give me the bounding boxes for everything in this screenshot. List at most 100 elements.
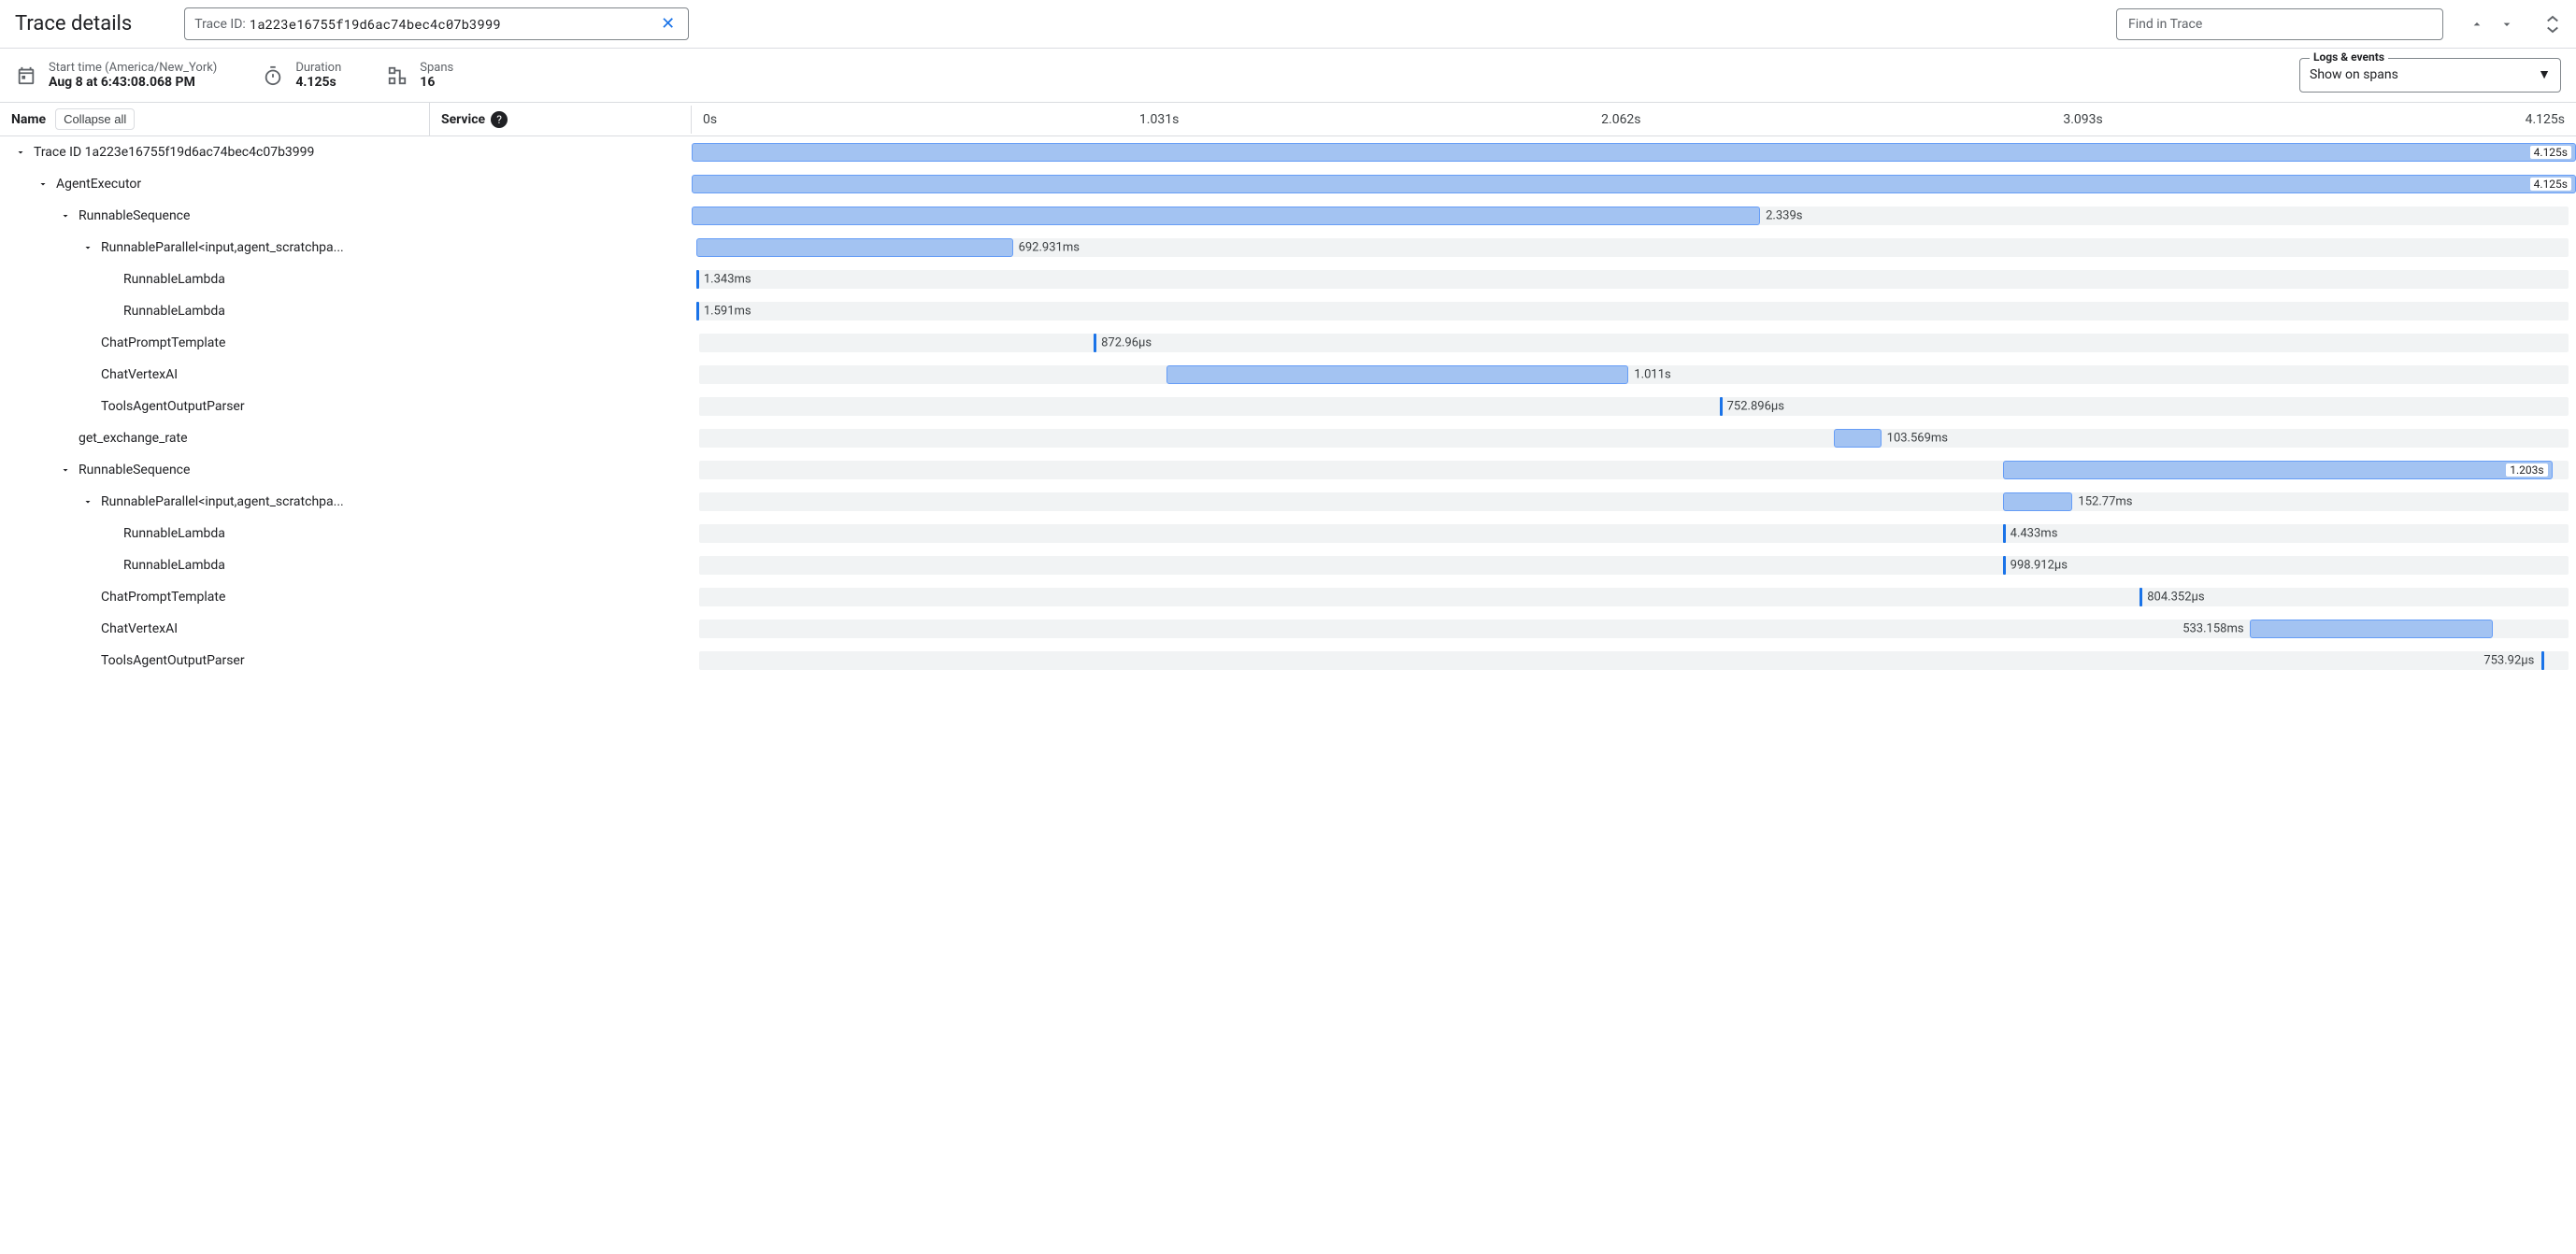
span-row[interactable]: RunnableLambda4.433ms [0,518,2576,549]
span-bar[interactable] [696,238,1013,257]
span-name: RunnableLambda [123,558,225,573]
spans-value: 16 [420,75,453,90]
span-row[interactable]: RunnableParallel<input,agent_scratchpa..… [0,232,2576,264]
column-service-header: Service [441,112,485,127]
page-title: Trace details [15,12,132,36]
span-bar[interactable]: 4.125s [692,143,2576,162]
span-duration-label: 872.96µs [1101,336,1152,350]
span-row[interactable]: ChatPromptTemplate 804.352µs [0,581,2576,613]
timeline-tick: 3.093s [2063,112,2102,127]
span-duration-label: 1.011s [1634,368,1670,382]
logs-events-select[interactable]: Logs & events Show on spans ▼ [2299,58,2561,93]
span-name: ToolsAgentOutputParser [101,653,245,668]
span-row[interactable]: RunnableLambda1.591ms [0,295,2576,327]
span-row[interactable]: RunnableParallel<input,agent_scratchpa..… [0,486,2576,518]
span-tick [1720,397,1723,416]
span-duration-label: 752.896µs [1727,400,1784,414]
span-row[interactable]: AgentExecutor 4.125s [0,168,2576,200]
span-row[interactable]: ChatVertexAI1.011s [0,359,2576,391]
span-row[interactable]: RunnableLambda 998.912µs [0,549,2576,581]
span-row[interactable]: RunnableSequence 2.339s [0,200,2576,232]
timeline-tick: 2.062s [1601,112,1640,127]
span-duration-label: 2.339s [1766,209,1802,223]
span-row[interactable]: RunnableSequence 1.203s [0,454,2576,486]
span-bar[interactable] [692,207,1760,225]
span-bar[interactable]: 4.125s [692,175,2576,193]
chevron-down-icon[interactable] [37,178,52,190]
span-duration-label: 4.125s [2530,146,2571,159]
find-next-button[interactable] [2496,13,2518,36]
collapse-all-button[interactable]: Collapse all [55,108,135,130]
span-tick [2003,556,2006,575]
span-row[interactable]: ToolsAgentOutputParser 752.896µs [0,391,2576,422]
span-bar[interactable] [1166,365,1628,384]
span-duration-label: 1.203s [2506,463,2547,477]
span-name: ChatPromptTemplate [101,335,225,350]
span-row[interactable]: ChatPromptTemplate 872.96µs [0,327,2576,359]
chevron-down-icon[interactable] [82,242,97,253]
timeline-axis: 0s 1.031s 2.062s 3.093s 4.125s [692,107,2576,133]
span-name: ChatVertexAI [101,621,178,636]
span-name: ToolsAgentOutputParser [101,399,245,414]
span-bar[interactable] [1834,429,1882,448]
chevron-down-icon[interactable] [60,464,75,476]
dropdown-icon: ▼ [2538,66,2551,82]
column-name-header: Name [11,112,46,127]
find-in-trace-input[interactable]: Find in Trace [2116,8,2443,40]
start-time-value: Aug 8 at 6:43:08.068 PM [49,75,217,90]
span-row[interactable]: RunnableLambda 1.343ms [0,264,2576,295]
span-name: AgentExecutor [56,177,141,192]
chevron-down-icon[interactable] [15,147,30,158]
span-name: RunnableParallel<input,agent_scratchpa..… [101,240,344,255]
span-duration-label: 152.77ms [2078,495,2132,509]
logs-events-legend: Logs & events [2310,50,2388,64]
span-name: get_exchange_rate [79,431,188,446]
clear-icon[interactable]: ✕ [657,14,679,34]
span-name: RunnableParallel<input,agent_scratchpa..… [101,494,344,509]
span-tick [696,270,699,289]
start-time-label: Start time (America/New_York) [49,61,217,75]
span-tick [2003,524,2006,543]
timeline-tick: 1.031s [1139,112,1179,127]
span-bar[interactable]: 1.203s [2003,461,2553,479]
find-prev-button[interactable] [2466,13,2488,36]
duration-label: Duration [295,61,341,75]
span-tick [1094,334,1096,352]
span-row[interactable]: ChatVertexAI 533.158ms [0,613,2576,645]
span-bar[interactable] [2003,492,2073,511]
timer-icon [262,64,284,87]
span-row[interactable]: ToolsAgentOutputParser 753.92µs [0,645,2576,677]
help-icon[interactable]: ? [491,111,508,128]
span-name: RunnableLambda [123,272,225,287]
span-row[interactable]: get_exchange_rate103.569ms [0,422,2576,454]
timeline-tick: 0s [703,112,717,127]
spans-label: Spans [420,61,453,75]
logs-events-value: Show on spans [2310,67,2398,82]
span-duration-label: 533.158ms [2182,622,2243,636]
span-duration-label: 4.125s [2530,178,2571,191]
span-duration-label: 1.343ms [704,273,751,287]
chevron-down-icon[interactable] [60,210,75,221]
span-duration-label: 753.92µs [2483,654,2534,668]
trace-id-input[interactable]: Trace ID: 1a223e16755f19d6ac74bec4c07b39… [184,7,689,40]
span-name: RunnableSequence [79,208,190,223]
span-duration-label: 692.931ms [1019,241,1080,255]
duration-value: 4.125s [295,75,341,90]
trace-id-value: 1a223e16755f19d6ac74bec4c07b3999 [250,15,657,33]
span-name: ChatPromptTemplate [101,590,225,605]
trace-id-prefix: Trace ID: [194,17,246,32]
span-tick [2140,588,2142,606]
chevron-down-icon[interactable] [82,496,97,507]
span-duration-label: 804.352µs [2147,591,2204,605]
timeline-tick: 4.125s [2526,112,2565,127]
span-tick [696,302,699,321]
span-duration-label: 998.912µs [2011,559,2068,573]
expand-collapse-icon[interactable] [2544,15,2561,34]
span-duration-label: 4.433ms [2011,527,2058,541]
span-row[interactable]: Trace ID 1a223e16755f19d6ac74bec4c07b399… [0,136,2576,168]
calendar-icon [15,64,37,87]
span-name: Trace ID 1a223e16755f19d6ac74bec4c07b399… [34,145,314,160]
span-name: RunnableSequence [79,463,190,477]
spans-icon [386,64,408,87]
span-bar[interactable] [2250,620,2493,638]
